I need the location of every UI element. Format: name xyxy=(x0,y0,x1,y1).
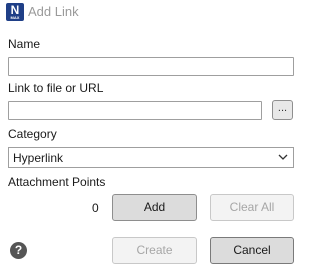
name-label: Name xyxy=(8,37,41,51)
attachment-count: 0 xyxy=(92,201,99,215)
chevron-down-icon xyxy=(278,154,288,160)
create-button[interactable]: Create xyxy=(112,237,197,264)
category-label: Category xyxy=(8,127,57,141)
app-logo-icon: N MAX xyxy=(6,3,24,21)
browse-button[interactable]: ... xyxy=(272,100,293,120)
clear-all-button[interactable]: Clear All xyxy=(210,194,294,221)
name-input[interactable] xyxy=(8,57,294,76)
category-select[interactable]: Hyperlink xyxy=(8,147,294,168)
link-label: Link to file or URL xyxy=(8,81,104,95)
add-button[interactable]: Add xyxy=(112,194,197,221)
app-icon-sub: MAX xyxy=(10,15,20,20)
title-bar: N MAX Add Link xyxy=(0,0,300,24)
cancel-button[interactable]: Cancel xyxy=(210,237,294,264)
help-icon[interactable]: ? xyxy=(10,242,27,259)
window-title: Add Link xyxy=(28,4,79,19)
category-value: Hyperlink xyxy=(13,151,64,165)
attachment-points-label: Attachment Points xyxy=(8,175,106,189)
link-input[interactable] xyxy=(8,101,262,120)
